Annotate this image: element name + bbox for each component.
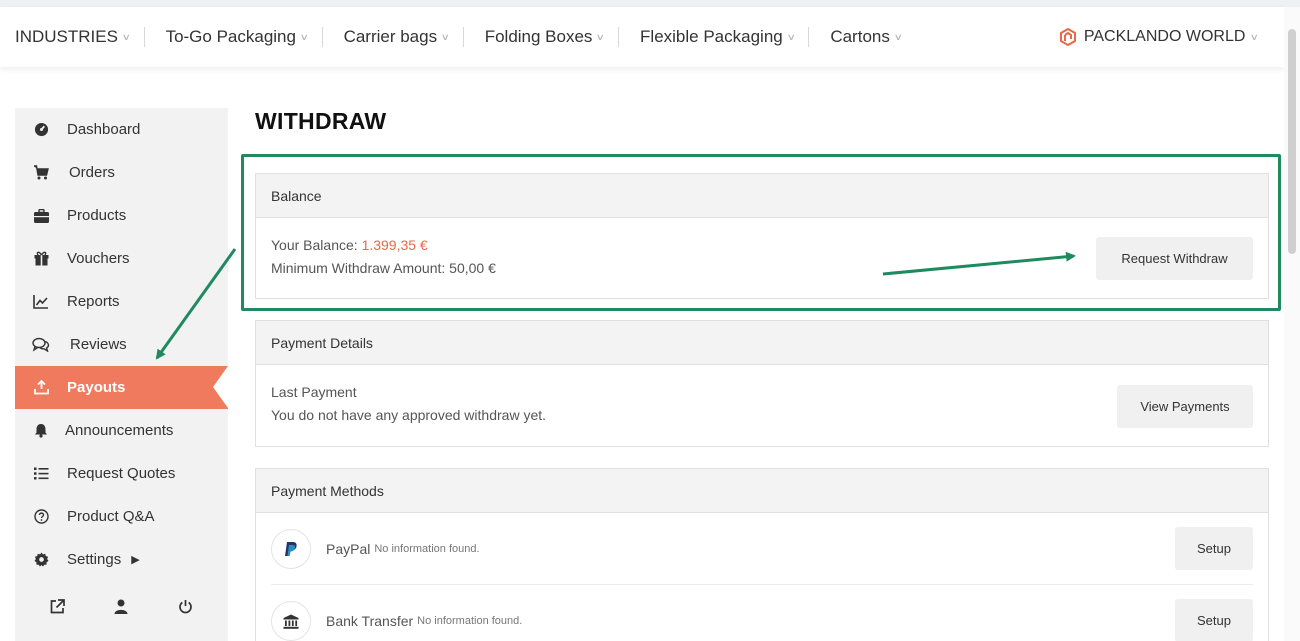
last-payment-text: You do not have any approved withdraw ye… <box>271 407 547 423</box>
gear-icon <box>15 552 67 567</box>
sidebar-item-announcements[interactable]: Announcements <box>15 409 228 452</box>
sidebar-item-label: Request Quotes <box>67 465 176 482</box>
sidebar-item-label: Announcements <box>65 422 174 439</box>
sidebar-item-settings[interactable]: Settings ▶ <box>15 538 228 581</box>
bank-transfer-setup-button[interactable]: Setup <box>1175 599 1253 641</box>
balance-panel: Balance Your Balance: 1.399,35 € Minimum… <box>255 173 1269 299</box>
sidebar-item-reviews[interactable]: Reviews <box>15 323 228 366</box>
brand-menu[interactable]: PACKLANDO WORLD ∨ <box>1059 7 1260 67</box>
nav-label: Carrier bags <box>343 27 438 46</box>
nav-label: Flexible Packaging <box>640 27 783 46</box>
payment-methods-panel: Payment Methods PayPal No information fo… <box>255 468 1269 641</box>
sidebar-item-label: Vouchers <box>67 250 130 267</box>
nav-item-industries[interactable]: INDUSTRIES ∨ <box>0 27 144 47</box>
sidebar-item-label: Reports <box>67 293 120 310</box>
page-title: WITHDRAW <box>255 108 387 134</box>
sidebar-item-orders[interactable]: Orders <box>15 151 228 194</box>
panel-heading: Payment Methods <box>256 469 1268 513</box>
nav-item-folding-boxes[interactable]: Folding Boxes ∨ <box>462 27 618 47</box>
balance-body: Your Balance: 1.399,35 € Minimum Withdra… <box>256 218 1268 299</box>
chevron-down-icon: ∨ <box>1250 31 1260 42</box>
question-icon <box>15 509 67 524</box>
top-strip <box>0 0 1300 7</box>
sidebar-item-label: Payouts <box>67 379 126 396</box>
sidebar-item-product-qa[interactable]: Product Q&A <box>15 495 228 538</box>
comments-icon <box>15 337 67 352</box>
sidebar-item-payouts[interactable]: Payouts <box>15 366 228 409</box>
nav-label: INDUSTRIES <box>15 27 118 46</box>
top-navigation: INDUSTRIES ∨ To-Go Packaging ∨ Carrier bag… <box>0 7 1284 67</box>
payment-method-name: PayPal <box>326 540 371 557</box>
scrollbar-thumb[interactable] <box>1288 29 1296 254</box>
gift-icon <box>15 251 67 266</box>
upload-icon <box>15 380 67 395</box>
sidebar-item-products[interactable]: Products <box>15 194 228 237</box>
gauge-icon <box>15 122 67 137</box>
bell-icon <box>15 423 67 438</box>
payment-method-name: Bank Transfer <box>326 613 414 629</box>
chevron-down-icon: ∨ <box>440 31 451 42</box>
paypal-setup-button[interactable]: Setup <box>1175 527 1253 570</box>
nav-label: To-Go Packaging <box>165 27 296 46</box>
your-balance-line: Your Balance: 1.399,35 € <box>271 237 428 253</box>
your-balance-value: 1.399,35 € <box>361 237 428 253</box>
minimum-withdraw-amount: Minimum Withdraw Amount: 50,00 € <box>271 260 496 276</box>
chevron-down-icon: ∨ <box>893 31 903 42</box>
nav-item-cartons[interactable]: Cartons ∨ <box>808 27 915 47</box>
scrollbar[interactable] <box>1284 7 1300 641</box>
sidebar-item-reports[interactable]: Reports <box>15 280 228 323</box>
sidebar-item-label: Reviews <box>70 336 127 353</box>
sidebar-footer <box>15 594 228 624</box>
sidebar-item-label: Orders <box>69 164 115 181</box>
cart-icon <box>15 165 67 180</box>
nav-item-carrier-bags[interactable]: Carrier bags ∨ <box>321 27 463 47</box>
nav-item-flexible-packaging[interactable]: Flexible Packaging ∨ <box>618 27 808 47</box>
payment-method-note: No information found. <box>417 615 523 627</box>
view-payments-button[interactable]: View Payments <box>1117 385 1253 428</box>
briefcase-icon <box>15 208 67 223</box>
chevron-down-icon: ∨ <box>121 31 131 42</box>
request-withdraw-button[interactable]: Request Withdraw <box>1096 237 1253 280</box>
last-payment-label: Last Payment <box>271 384 357 400</box>
external-link-icon[interactable] <box>50 599 65 619</box>
nav-item-to-go-packaging[interactable]: To-Go Packaging ∨ <box>143 27 322 47</box>
payment-methods-list: PayPal No information found. Setup Bank … <box>256 513 1268 641</box>
payment-method-note: No information found. <box>374 542 480 555</box>
sidebar-item-dashboard[interactable]: Dashboard <box>15 108 228 151</box>
nav-label: Folding Boxes <box>484 27 593 46</box>
nav-label: Cartons <box>830 27 890 46</box>
sidebar-item-vouchers[interactable]: Vouchers <box>15 237 228 280</box>
panel-heading: Balance <box>256 174 1268 218</box>
chevron-down-icon: ∨ <box>596 31 606 42</box>
chevron-down-icon: ∨ <box>786 31 796 42</box>
payment-details-body: Last Payment You do not have any approve… <box>256 365 1268 447</box>
list-icon <box>15 467 67 480</box>
caret-right-icon: ▶ <box>131 554 140 566</box>
sidebar-item-label: Dashboard <box>67 121 141 138</box>
your-balance-label: Your Balance: <box>271 237 358 253</box>
brand-logo-icon <box>1059 28 1076 46</box>
panel-heading: Payment Details <box>256 321 1268 365</box>
chevron-down-icon: ∨ <box>299 31 309 42</box>
sidebar: Dashboard Orders Products Vouchers Repor… <box>15 108 228 641</box>
brand-label: PACKLANDO WORLD <box>1083 28 1246 45</box>
bank-icon <box>271 601 311 641</box>
sidebar-item-label: Settings <box>67 551 122 568</box>
payment-method-row: Bank Transfer No information found. Setu… <box>271 585 1253 641</box>
sidebar-item-label: Product Q&A <box>67 508 155 525</box>
power-icon[interactable] <box>178 599 193 619</box>
payment-details-panel: Payment Details Last Payment You do not … <box>255 320 1269 447</box>
paypal-icon <box>271 528 311 569</box>
sidebar-item-request-quotes[interactable]: Request Quotes <box>15 452 228 495</box>
sidebar-item-label: Products <box>67 207 127 224</box>
chart-line-icon <box>15 294 67 309</box>
payment-method-row: PayPal No information found. Setup <box>271 513 1253 585</box>
user-icon[interactable] <box>114 599 128 619</box>
